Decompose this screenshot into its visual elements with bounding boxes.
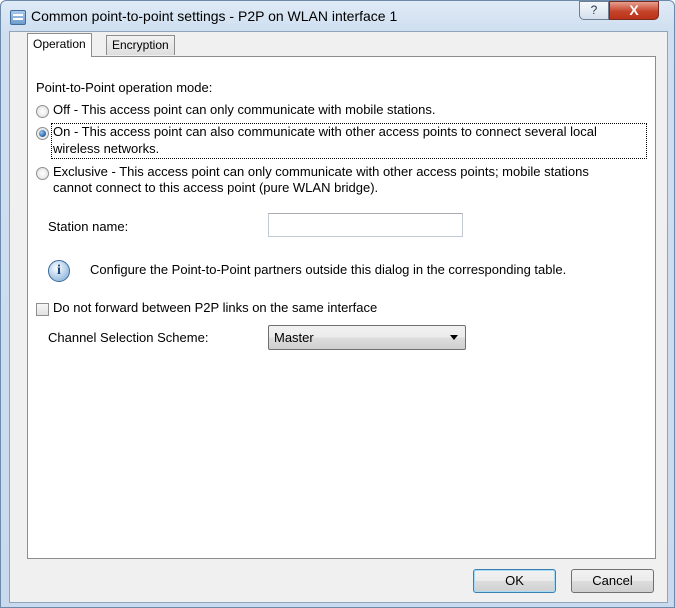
chevron-down-icon [450, 335, 458, 340]
mode-exclusive-label-line2[interactable]: cannot connect to this access point (pur… [53, 180, 378, 195]
info-text: Configure the Point-to-Point partners ou… [90, 262, 567, 277]
no-forward-checkbox[interactable] [36, 303, 49, 316]
tab-operation[interactable]: Operation [27, 33, 92, 57]
channel-scheme-select[interactable]: Master [268, 325, 466, 350]
mode-on-radio[interactable] [36, 127, 49, 140]
cancel-button[interactable]: Cancel [571, 569, 654, 593]
station-name-label: Station name: [48, 219, 129, 234]
mode-on-label-line2[interactable]: wireless networks. [53, 141, 159, 156]
title-bar[interactable]: Common point-to-point settings - P2P on … [1, 1, 674, 31]
help-button[interactable]: ? [579, 1, 609, 20]
mode-off-radio[interactable] [36, 105, 49, 118]
operation-mode-heading: Point-to-Point operation mode: [36, 80, 213, 95]
info-icon: i [48, 260, 70, 282]
window-title: Common point-to-point settings - P2P on … [31, 8, 398, 24]
no-forward-label[interactable]: Do not forward between P2P links on the … [53, 300, 377, 315]
ok-button[interactable]: OK [473, 569, 556, 593]
channel-scheme-value: Master [274, 330, 314, 345]
dialog-window: Common point-to-point settings - P2P on … [0, 0, 675, 608]
tab-encryption[interactable]: Encryption [106, 35, 175, 55]
mode-on-label-line1[interactable]: On - This access point can also communic… [53, 124, 597, 139]
tab-panel-operation: Point-to-Point operation mode: Off - Thi… [27, 56, 656, 559]
mode-exclusive-label-line1[interactable]: Exclusive - This access point can only c… [53, 164, 589, 179]
close-button[interactable]: X [609, 1, 659, 20]
mode-exclusive-radio[interactable] [36, 167, 49, 180]
channel-scheme-label: Channel Selection Scheme: [48, 330, 209, 345]
mode-off-label[interactable]: Off - This access point can only communi… [53, 102, 435, 117]
window-app-icon [10, 10, 26, 25]
station-name-input[interactable] [268, 213, 463, 237]
